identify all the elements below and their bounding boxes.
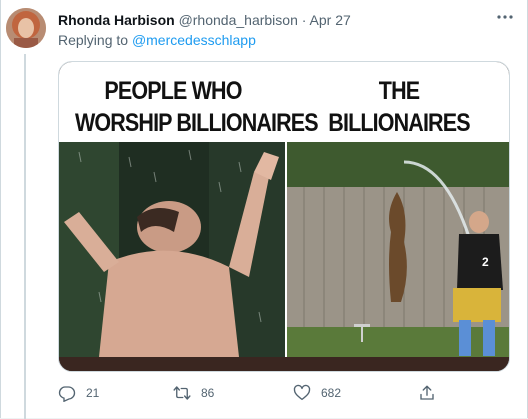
tweet-date[interactable]: Apr 27 (310, 12, 351, 28)
replying-prefix: Replying to (58, 32, 129, 48)
tweet-header: Rhonda Harbison @rhonda_harbison · Apr 2… (58, 11, 351, 29)
like-count: 682 (321, 386, 342, 400)
tweet-actions: 21 86 682 (58, 381, 510, 405)
like-button[interactable]: 682 (293, 381, 341, 405)
user-handle[interactable]: @rhonda_harbison (179, 12, 298, 28)
frame-left-border (0, 0, 1, 419)
reply-icon (58, 386, 76, 402)
svg-text:2: 2 (482, 255, 489, 269)
meme-caption-right-line2: BILLIONAIRES (328, 109, 470, 137)
avatar[interactable] (6, 8, 46, 48)
display-name[interactable]: Rhonda Harbison (58, 12, 175, 28)
mention-link[interactable]: @mercedesschlapp (132, 32, 256, 48)
replying-to-line: Replying to @mercedesschlapp (58, 31, 256, 49)
retweet-count: 86 (201, 386, 215, 400)
avatar-photo (6, 8, 46, 48)
share-icon (420, 385, 434, 400)
thread-line (24, 54, 26, 419)
reply-count: 21 (86, 386, 100, 400)
share-button[interactable] (418, 381, 436, 405)
reply-button[interactable]: 21 (58, 381, 99, 405)
separator-dot: · (301, 12, 307, 28)
meme-caption-left-line1: PEOPLE WHO (104, 77, 242, 105)
more-options-button[interactable] (494, 8, 516, 26)
heart-icon (293, 384, 311, 401)
more-dots-icon (497, 15, 513, 19)
meme-caption-left-line2: WORSHIP BILLIONAIRES (74, 109, 319, 137)
meme-caption-right-line1: THE (378, 77, 420, 105)
tweet-media[interactable]: 2 PEOPLE WHO WORSHIP BILLIONAIRES THE BI… (58, 61, 510, 372)
retweet-button[interactable]: 86 (173, 381, 214, 405)
retweet-icon (173, 386, 191, 400)
